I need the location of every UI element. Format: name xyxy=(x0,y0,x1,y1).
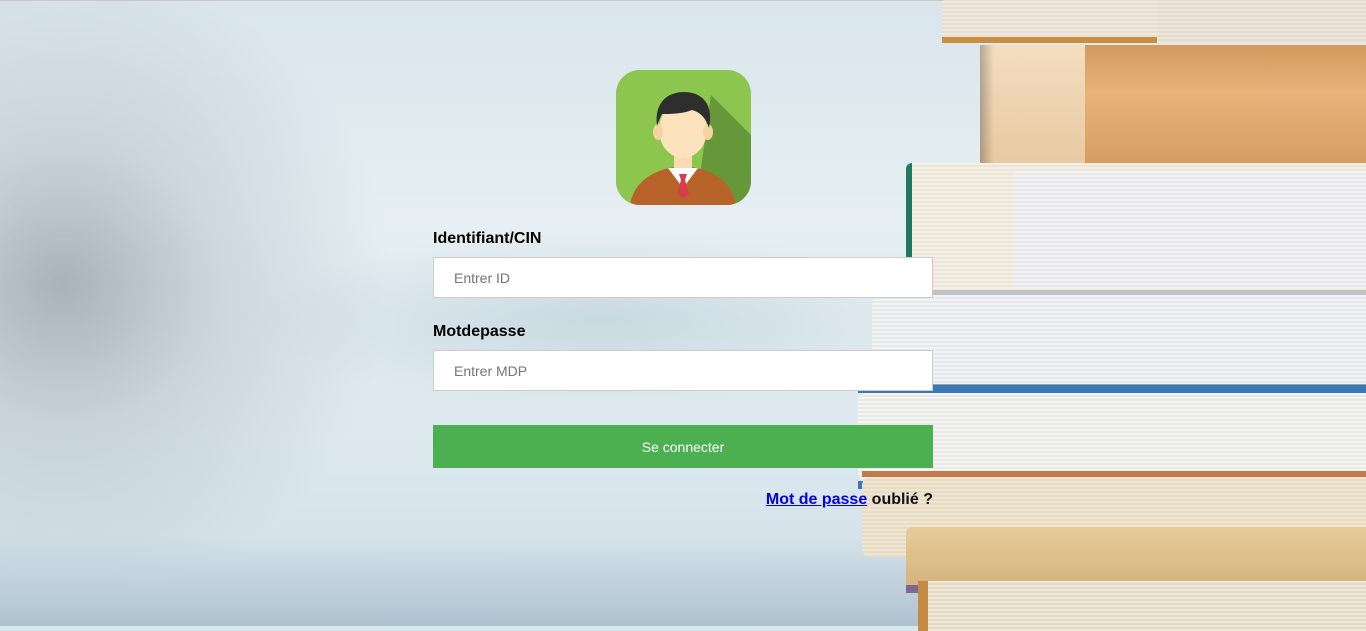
books-stack-image xyxy=(850,0,1366,631)
login-button[interactable]: Se connecter xyxy=(433,425,933,468)
password-label: Motdepasse xyxy=(433,323,526,340)
user-avatar-icon xyxy=(616,70,751,205)
forgot-password-link[interactable]: Mot de passe xyxy=(766,491,867,508)
forgot-password-suffix: oublié ? xyxy=(867,491,933,508)
id-input[interactable] xyxy=(433,257,933,298)
password-input[interactable] xyxy=(433,350,933,391)
forgot-password: Mot de passe oublié ? xyxy=(766,491,933,509)
id-label: Identifiant/CIN xyxy=(433,230,542,247)
